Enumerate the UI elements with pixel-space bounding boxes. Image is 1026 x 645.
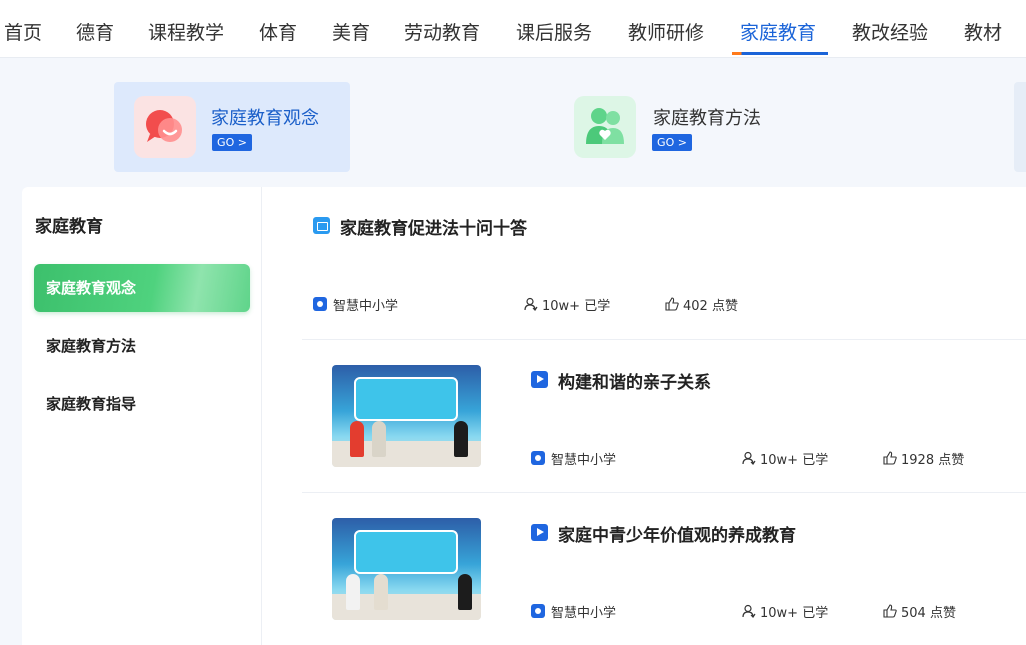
video-thumbnail[interactable] [332, 518, 481, 620]
source-icon [531, 604, 545, 618]
family-heart-icon [574, 96, 636, 158]
list-item[interactable]: 构建和谐的亲子关系 智慧中小学 10w+ 已学 1928 点赞 [302, 340, 1026, 492]
source-label: 智慧中小学 [551, 453, 617, 468]
image-icon [313, 217, 330, 234]
sidebar-item-concept[interactable]: 家庭教育观念 [34, 264, 250, 312]
like-icon [883, 604, 897, 618]
nav-item-arts[interactable]: 美育 [332, 18, 370, 58]
category-title: 家庭教育方法 [653, 108, 761, 129]
learners-icon [742, 451, 756, 465]
nav-item-labor[interactable]: 劳动教育 [404, 18, 480, 58]
nav-item-textbooks[interactable]: 教材 [964, 18, 1002, 58]
nav-item-curriculum[interactable]: 课程教学 [148, 18, 224, 58]
likes-count: 1928 点赞 [901, 453, 965, 468]
nav-item-moral[interactable]: 德育 [76, 18, 114, 58]
learners-icon [742, 604, 756, 618]
resource-title[interactable]: 构建和谐的亲子关系 [558, 368, 711, 393]
like-icon [665, 297, 679, 311]
category-card-concept[interactable]: 家庭教育观念 GO > [114, 82, 350, 172]
play-icon [531, 371, 548, 388]
learners-count: 10w+ 已学 [760, 606, 829, 621]
chat-heart-icon [134, 96, 196, 158]
sidebar-title: 家庭教育 [35, 217, 103, 237]
resource-title[interactable]: 家庭教育促进法十问十答 [340, 214, 527, 239]
sidebar-item-method[interactable]: 家庭教育方法 [34, 322, 250, 370]
category-title: 家庭教育观念 [211, 108, 319, 129]
top-navigation: 首页 德育 课程教学 体育 美育 劳动教育 课后服务 教师研修 家庭教育 教改经… [0, 0, 1026, 58]
learners-count: 10w+ 已学 [760, 453, 829, 468]
play-icon [531, 524, 548, 541]
go-button[interactable]: GO > [652, 134, 692, 151]
source-icon [313, 297, 327, 311]
list-item[interactable]: 家庭中青少年价值观的养成教育 智慧中小学 10w+ 已学 504 点赞 [302, 493, 1026, 645]
go-button[interactable]: GO > [212, 134, 252, 151]
nav-item-after-school[interactable]: 课后服务 [516, 18, 592, 58]
nav-active-indicator [732, 52, 828, 55]
source-label: 智慧中小学 [551, 606, 617, 621]
learners-count: 10w+ 已学 [542, 299, 611, 314]
nav-item-sports[interactable]: 体育 [259, 18, 297, 58]
source-icon [531, 451, 545, 465]
resource-title[interactable]: 家庭中青少年价值观的养成教育 [558, 521, 796, 546]
sidebar: 家庭教育 家庭教育观念 家庭教育方法 家庭教育指导 [22, 187, 262, 645]
sidebar-item-guidance[interactable]: 家庭教育指导 [34, 380, 250, 428]
category-card-method[interactable]: 家庭教育方法 GO > [556, 82, 792, 172]
likes-count: 504 点赞 [901, 606, 956, 621]
likes-count: 402 点赞 [683, 299, 738, 314]
nav-item-home[interactable]: 首页 [4, 18, 42, 58]
nav-item-reform[interactable]: 教改经验 [852, 18, 928, 58]
learners-icon [524, 297, 538, 311]
source-label: 智慧中小学 [333, 299, 399, 314]
resource-list: 家庭教育促进法十问十答 智慧中小学 10w+ 已学 402 点赞 构建和谐的亲子… [262, 187, 1026, 645]
category-card-partial[interactable] [1014, 82, 1026, 172]
like-icon [883, 451, 897, 465]
video-thumbnail[interactable] [332, 365, 481, 467]
main-panel: 家庭教育 家庭教育观念 家庭教育方法 家庭教育指导 家庭教育促进法十问十答 智慧… [22, 187, 1026, 645]
nav-item-teacher-training[interactable]: 教师研修 [628, 18, 704, 58]
list-item[interactable]: 家庭教育促进法十问十答 智慧中小学 10w+ 已学 402 点赞 [302, 187, 1026, 339]
